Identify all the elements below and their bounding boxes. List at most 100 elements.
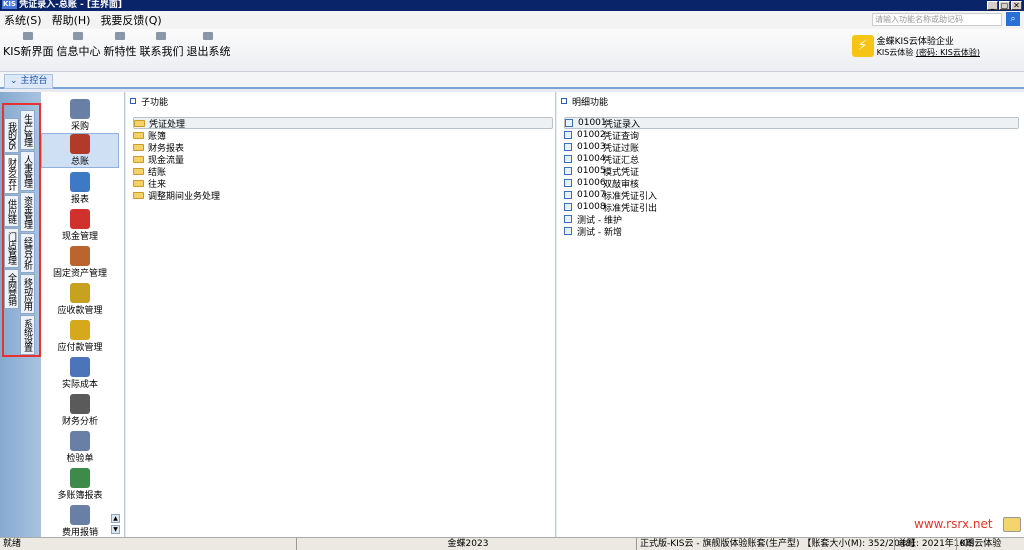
toolbar-kis-new-ui[interactable]: KIS新界面 bbox=[3, 29, 53, 71]
toolbar-label: 联系我们 bbox=[139, 45, 184, 58]
module-label: 财务分析 bbox=[61, 417, 98, 427]
sub-function-item[interactable]: 往来 bbox=[133, 177, 553, 190]
tab-main-console[interactable]: ⌄ 主控台 bbox=[4, 74, 54, 89]
detail-function-item[interactable]: 01007 标准凭证引入 bbox=[564, 189, 1019, 202]
minimize-button[interactable]: _ bbox=[987, 1, 998, 10]
detail-function-item[interactable]: 01008 标准凭证引出 bbox=[564, 201, 1019, 214]
nav-hr[interactable]: 人事管理 bbox=[20, 151, 35, 191]
account-link[interactable]: (密码: KIS云体验) bbox=[916, 48, 980, 57]
keyboard-icon[interactable] bbox=[1003, 517, 1021, 532]
detail-function-item[interactable]: 01004 凭证汇总 bbox=[564, 153, 1019, 166]
module-actual-cost[interactable]: 实际成本 bbox=[41, 357, 119, 390]
maximize-button[interactable]: ▢ bbox=[999, 1, 1010, 10]
exit-icon bbox=[203, 32, 214, 40]
app-badge: KIS bbox=[2, 0, 18, 9]
detail-function-item[interactable]: 01003 凭证过账 bbox=[564, 141, 1019, 154]
sub-function-item[interactable]: 调整期间业务处理 bbox=[133, 189, 553, 202]
module-financial-analysis[interactable]: 财务分析 bbox=[41, 394, 119, 427]
detail-function-item[interactable]: 01001 凭证录入 bbox=[564, 117, 1019, 130]
watermark-text: www.rsrx.net bbox=[914, 517, 993, 531]
toolbar-label: 信息中心 bbox=[56, 45, 101, 58]
function-search-input[interactable]: 请输入功能名称或助记码 bbox=[872, 13, 1002, 26]
detail-code: 01001 bbox=[578, 118, 607, 128]
toolbar-new-features[interactable]: 新特性 bbox=[103, 29, 136, 71]
nav-mobile[interactable]: 移动应用 bbox=[20, 274, 35, 314]
sub-function-item[interactable]: 账簿 bbox=[133, 129, 553, 142]
toolbar-label: KIS新界面 bbox=[3, 45, 54, 58]
module-label: 应收款管理 bbox=[57, 306, 103, 316]
menu-system[interactable]: 系统(S) bbox=[4, 12, 42, 28]
module-expense[interactable]: 费用报销 bbox=[41, 505, 119, 538]
chat-icon bbox=[156, 32, 167, 40]
folder-icon bbox=[133, 155, 144, 163]
menu-help[interactable]: 帮助(H) bbox=[52, 12, 91, 28]
module-label: 多账簿报表 bbox=[57, 491, 103, 501]
sub-function-item[interactable]: 凭证处理 bbox=[133, 117, 553, 130]
module-payable[interactable]: 应付款管理 bbox=[41, 320, 119, 353]
folder-icon bbox=[134, 119, 145, 127]
detail-function-title: 明细功能 bbox=[572, 97, 609, 108]
module-label: 采购 bbox=[70, 122, 89, 132]
menu-feedback[interactable]: 我要反馈(Q) bbox=[100, 12, 161, 28]
toolbar-message-center[interactable]: 信息中心 bbox=[56, 29, 100, 71]
vertical-nav: 我的KIS 财务会计 供应链 门店管理 全网营销 生产管理 人事管理 资金管理 … bbox=[0, 92, 41, 537]
chevron-down-icon: ⌄ bbox=[10, 76, 18, 86]
purchase-icon bbox=[70, 99, 90, 119]
expense-icon bbox=[70, 505, 90, 525]
detail-function-item[interactable]: 01005 模式凭证 bbox=[564, 165, 1019, 178]
books-icon bbox=[70, 468, 90, 488]
module-purchase[interactable]: 采购 bbox=[41, 99, 119, 132]
toolbar-label: 新特性 bbox=[103, 45, 137, 58]
status-ready: 就绪 bbox=[3, 539, 22, 549]
detail-name: 测试 - 新增 bbox=[577, 227, 622, 238]
report-icon bbox=[70, 172, 90, 192]
nav-store[interactable]: 门店管理 bbox=[4, 228, 19, 269]
scroll-up-button[interactable]: ▲ bbox=[111, 514, 120, 523]
toolbar-exit[interactable]: 退出系统 bbox=[186, 29, 230, 71]
document-icon bbox=[564, 143, 572, 151]
module-general-ledger[interactable]: 总账 bbox=[41, 133, 119, 168]
toolbar-contact-us[interactable]: 联系我们 bbox=[139, 29, 183, 71]
nav-my-kis[interactable]: 我的KIS bbox=[4, 118, 19, 154]
nav-analysis[interactable]: 经营分析 bbox=[20, 233, 35, 273]
module-label: 实际成本 bbox=[61, 380, 98, 390]
nav-production[interactable]: 生产管理 bbox=[20, 110, 35, 150]
close-button[interactable]: ✕ bbox=[1011, 1, 1022, 10]
nav-settings[interactable]: 系统设置 bbox=[20, 315, 35, 355]
module-fixed-assets[interactable]: 固定资产管理 bbox=[41, 246, 119, 279]
module-inspection[interactable]: 检验单 bbox=[41, 431, 119, 464]
nav-marketing[interactable]: 全网营销 bbox=[4, 269, 19, 310]
detail-function-panel: 明细功能 01001 凭证录入 01002 凭证查询 01003 凭证过账 01004… bbox=[557, 92, 1024, 537]
scroll-down-button[interactable]: ▼ bbox=[111, 525, 120, 534]
window-title: 凭证录入-总账 - [主界面] bbox=[19, 0, 123, 10]
module-label: 现金管理 bbox=[61, 232, 98, 242]
brand-block: ⚡ 金蝶KIS云体验企业 KIS云体验 (密码: KIS云体验) bbox=[851, 34, 980, 58]
nav-supply-chain[interactable]: 供应链 bbox=[4, 195, 19, 228]
detail-code: 01008 bbox=[577, 202, 606, 212]
sub-function-item[interactable]: 财务报表 bbox=[133, 141, 553, 154]
sub-function-item[interactable]: 现金流量 bbox=[133, 153, 553, 166]
module-multi-books[interactable]: 多账簿报表 bbox=[41, 468, 119, 501]
title-bar: KIS 凭证录入-总账 - [主界面] _ ▢ ✕ bbox=[0, 0, 1024, 11]
detail-function-item[interactable]: 01006 双敲审核 bbox=[564, 177, 1019, 190]
search-icon[interactable]: ⌕ bbox=[1006, 12, 1020, 26]
analysis-icon bbox=[70, 394, 90, 414]
toolbar: KIS新界面 信息中心 新特性 联系我们 退出系统 ⚡ 金蝶KIS云体验企业 K… bbox=[0, 29, 1024, 71]
nav-finance[interactable]: 财务会计 bbox=[4, 154, 19, 195]
detail-function-item[interactable]: 测试 - 维护 bbox=[564, 213, 1019, 226]
cost-icon bbox=[70, 357, 90, 377]
status-user: KIS云体验 bbox=[956, 538, 1024, 550]
folder-icon bbox=[133, 179, 144, 187]
module-receivable[interactable]: 应收款管理 bbox=[41, 283, 119, 316]
module-label: 检验单 bbox=[66, 454, 94, 464]
new-icon bbox=[114, 32, 125, 40]
module-cash[interactable]: 现金管理 bbox=[41, 209, 119, 242]
tab-strip: ⌄ 主控台 bbox=[0, 71, 1024, 89]
sub-function-item[interactable]: 结账 bbox=[133, 165, 553, 178]
detail-function-item[interactable]: 01002 凭证查询 bbox=[564, 129, 1019, 142]
detail-code: 01007 bbox=[577, 190, 606, 200]
module-report[interactable]: 报表 bbox=[41, 172, 119, 205]
window-controls: _ ▢ ✕ bbox=[987, 1, 1022, 10]
detail-function-item[interactable]: 测试 - 新增 bbox=[564, 225, 1019, 238]
nav-funds[interactable]: 资金管理 bbox=[20, 192, 35, 232]
